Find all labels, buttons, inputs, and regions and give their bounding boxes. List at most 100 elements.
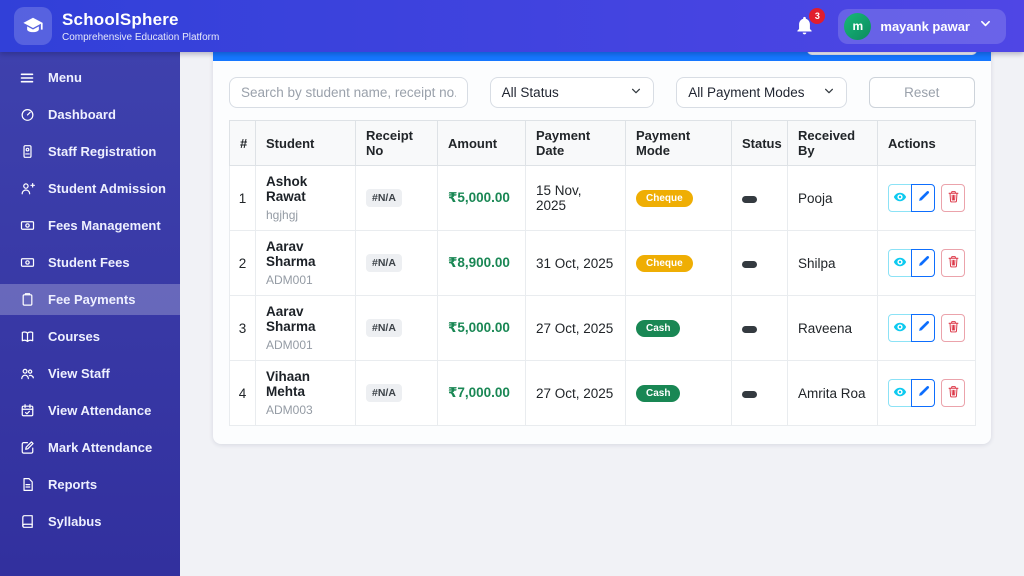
sidebar-item-student-fees[interactable]: Student Fees <box>0 247 180 278</box>
payment-date: 27 Oct, 2025 <box>525 360 626 426</box>
actions-cell <box>877 165 976 231</box>
received-by: Amrita Roa <box>787 360 878 426</box>
top-header: SchoolSphere Comprehensive Education Pla… <box>0 0 1024 52</box>
fee-payments-panel: Fee Payments Records Record New Payment … <box>213 24 991 444</box>
eye-icon <box>893 320 907 337</box>
sidebar-item-label: Syllabus <box>48 514 102 529</box>
student-id: hgjhgj <box>266 208 299 222</box>
sidebar-item-menu[interactable]: Menu <box>0 62 180 93</box>
edit-button[interactable] <box>911 379 935 407</box>
receipt-cell: #N/A <box>355 295 438 361</box>
sidebar-item-label: Dashboard <box>48 107 116 122</box>
column-header: Payment Date <box>525 120 626 166</box>
sidebar-item-view-attendance[interactable]: View Attendance <box>0 395 180 426</box>
sidebar-item-label: View Attendance <box>48 403 152 418</box>
edit-button[interactable] <box>911 314 935 342</box>
view-button[interactable] <box>888 249 912 277</box>
sidebar-item-courses[interactable]: Courses <box>0 321 180 352</box>
chevron-down-icon <box>630 85 642 100</box>
actions-group <box>888 314 965 342</box>
delete-button[interactable] <box>941 314 965 342</box>
amount: ₹5,000.00 <box>448 190 510 205</box>
column-header: Receipt No <box>355 120 438 166</box>
pencil-icon <box>917 255 930 271</box>
eye-icon <box>893 255 907 272</box>
received-by: Shilpa <box>787 230 878 296</box>
amount: ₹8,900.00 <box>448 255 510 270</box>
amount-cell: ₹5,000.00 <box>437 165 526 231</box>
app-subtitle: Comprehensive Education Platform <box>62 31 220 43</box>
edit-button[interactable] <box>911 249 935 277</box>
sidebar-item-fees-management[interactable]: Fees Management <box>0 210 180 241</box>
view-button[interactable] <box>888 314 912 342</box>
users-icon <box>19 366 35 382</box>
amount: ₹7,000.00 <box>448 385 510 400</box>
actions-cell <box>877 230 976 296</box>
user-menu[interactable]: m mayank pawar <box>838 8 1006 44</box>
sidebar-item-view-staff[interactable]: View Staff <box>0 358 180 389</box>
student-name: Aarav Sharma <box>266 304 316 334</box>
view-button[interactable] <box>888 379 912 407</box>
receipt-cell: #N/A <box>355 165 438 231</box>
student-name: Vihaan Mehta <box>266 369 311 399</box>
actions-group <box>888 249 965 277</box>
sidebar-item-staff-registration[interactable]: Staff Registration <box>0 136 180 167</box>
delete-button[interactable] <box>941 184 965 212</box>
edit-button[interactable] <box>911 184 935 212</box>
document-icon <box>19 477 35 493</box>
payment-date: 31 Oct, 2025 <box>525 230 626 296</box>
receipt-no-badge: #N/A <box>366 254 402 272</box>
table-row: 4 Vihaan Mehta ADM003 #N/A ₹7,000.00 27 … <box>229 360 976 426</box>
column-header: Amount <box>437 120 526 166</box>
sidebar-item-label: Fees Management <box>48 218 161 233</box>
receipt-cell: #N/A <box>355 360 438 426</box>
student-cell: Aarav Sharma ADM001 <box>255 295 356 361</box>
status-filter-select[interactable]: All Status <box>489 77 655 108</box>
view-button[interactable] <box>888 184 912 212</box>
chevron-down-icon <box>979 17 992 35</box>
student-id: ADM003 <box>266 403 313 417</box>
sidebar: Menu Dashboard Staff Registration Studen… <box>0 52 180 576</box>
payment-mode-cell: Cash <box>625 360 732 426</box>
sidebar-item-fee-payments[interactable]: Fee Payments <box>0 284 180 315</box>
brand: SchoolSphere Comprehensive Education Pla… <box>14 7 219 45</box>
amount: ₹5,000.00 <box>448 320 510 335</box>
status-pill <box>742 195 757 203</box>
trash-icon <box>947 385 960 401</box>
amount-cell: ₹5,000.00 <box>437 295 526 361</box>
calendar-check-icon <box>19 403 35 419</box>
payment-mode-filter-select[interactable]: All Payment Modes <box>676 77 847 108</box>
pencil-icon <box>917 190 930 206</box>
row-index: 4 <box>229 360 256 426</box>
delete-button[interactable] <box>941 379 965 407</box>
sidebar-item-label: Fee Payments <box>48 292 136 307</box>
reset-button[interactable]: Reset <box>868 77 976 108</box>
delete-button[interactable] <box>941 249 965 277</box>
notifications-button[interactable]: 3 <box>794 8 826 37</box>
sidebar-item-dashboard[interactable]: Dashboard <box>0 99 180 130</box>
sidebar-item-student-admission[interactable]: Student Admission <box>0 173 180 204</box>
received-by: Pooja <box>787 165 878 231</box>
sidebar-item-syllabus[interactable]: Syllabus <box>0 506 180 537</box>
search-input[interactable] <box>229 77 468 108</box>
sidebar-item-label: Courses <box>48 329 101 344</box>
payment-mode-cell: Cash <box>625 295 732 361</box>
column-header: Student <box>255 120 356 166</box>
sidebar-item-label: Reports <box>48 477 98 492</box>
sidebar-item-mark-attendance[interactable]: Mark Attendance <box>0 432 180 463</box>
receipt-no-badge: #N/A <box>366 384 402 402</box>
sidebar-item-reports[interactable]: Reports <box>0 469 180 500</box>
column-header: # <box>229 120 256 166</box>
menu-icon <box>19 70 35 86</box>
avatar: m <box>844 12 872 40</box>
payment-mode-badge: Cash <box>636 385 681 402</box>
status-pill <box>742 260 757 268</box>
payment-mode-badge: Cheque <box>636 255 693 272</box>
column-header: Received By <box>787 120 878 166</box>
pencil-square-icon <box>19 440 35 456</box>
actions-group <box>888 379 965 407</box>
sidebar-item-label: Mark Attendance <box>48 440 153 455</box>
payment-mode-filter-value: All Payment Modes <box>688 85 805 100</box>
sidebar-item-label: Student Fees <box>48 255 130 270</box>
payment-mode-badge: Cash <box>636 320 681 337</box>
